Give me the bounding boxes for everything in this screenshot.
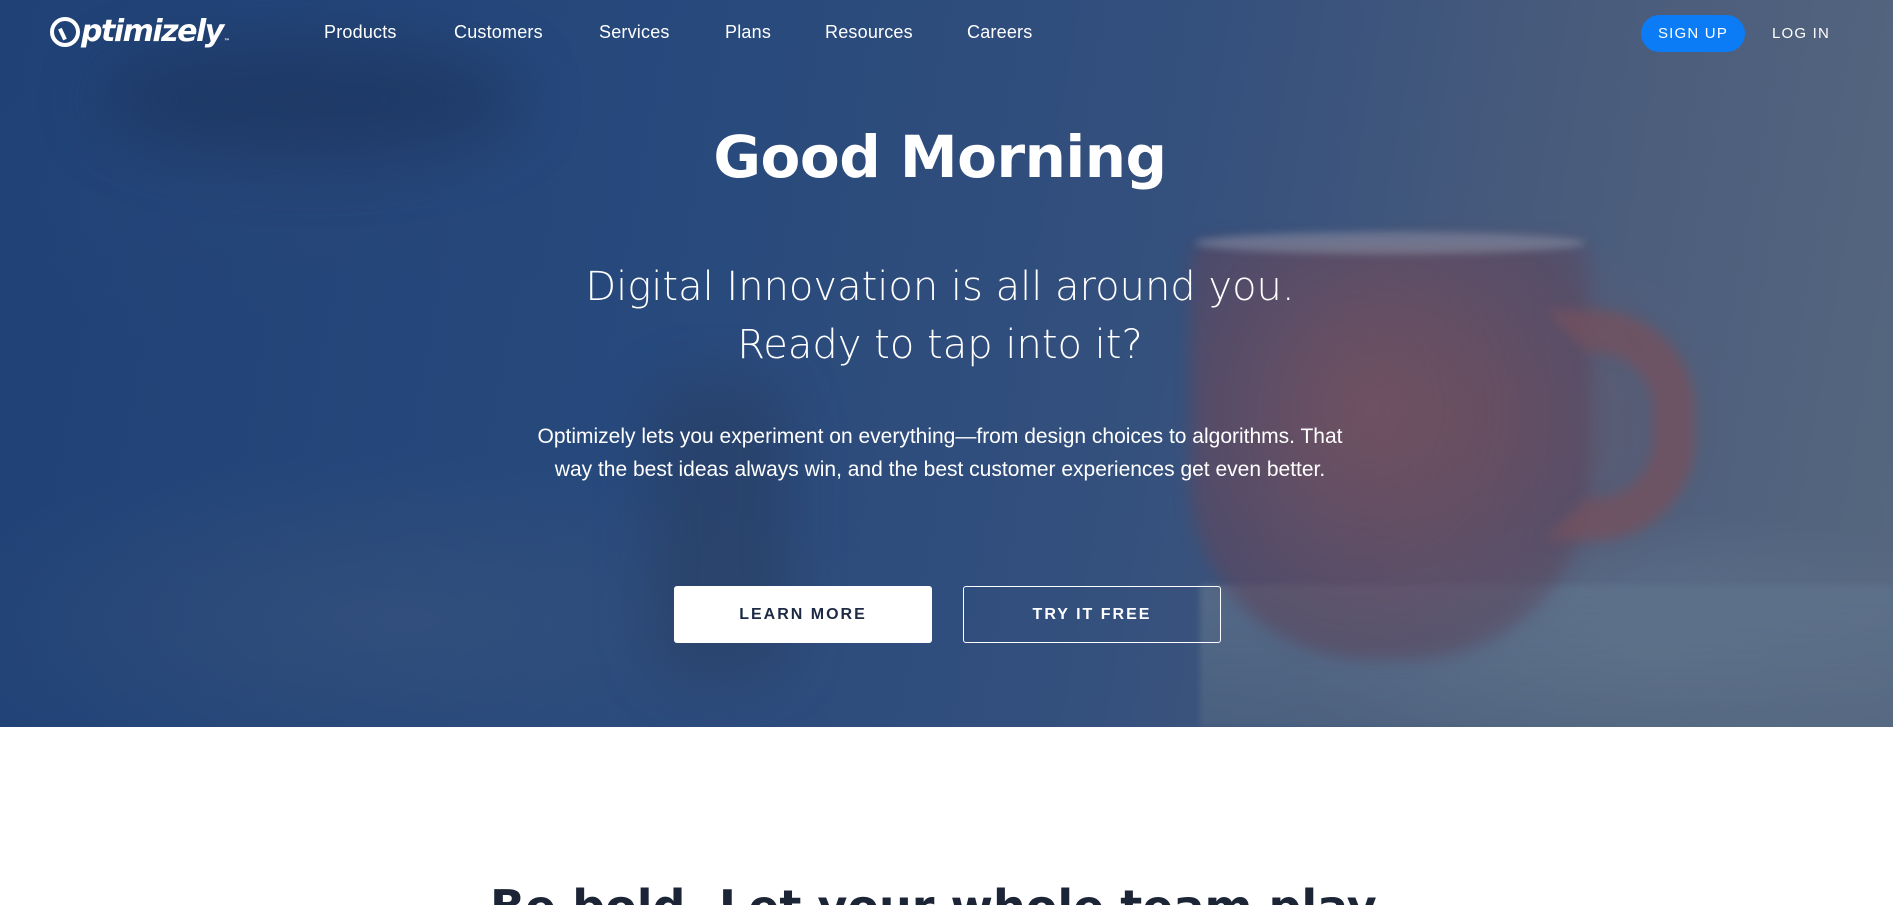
- nav-item-careers[interactable]: Careers: [967, 22, 1032, 43]
- page: ptimizely ™ Products Customers Services …: [0, 0, 1903, 905]
- learn-more-button[interactable]: LEARN MORE: [674, 586, 932, 643]
- nav-item-resources[interactable]: Resources: [825, 22, 913, 43]
- hero-subtitle-line: Ready to tap into it?: [737, 322, 1143, 368]
- nav-item-products[interactable]: Products: [324, 22, 397, 43]
- scrollbar-gutter: [1893, 0, 1903, 905]
- try-it-free-button[interactable]: TRY IT FREE: [963, 586, 1221, 643]
- hero-title: Good Morning: [713, 123, 1167, 191]
- hero-subtitle-line: Digital Innovation is all around you.: [585, 264, 1295, 310]
- section-heading: Be bold. Let your whole team play.: [0, 880, 1880, 905]
- hero-subtitle: Digital Innovation is all around you. Re…: [0, 258, 1880, 374]
- sign-up-button[interactable]: SIGN UP: [1641, 15, 1745, 52]
- logo-wordmark: ptimizely: [81, 14, 224, 49]
- log-in-button[interactable]: LOG IN: [1760, 15, 1842, 52]
- nav-item-customers[interactable]: Customers: [454, 22, 543, 43]
- nav-item-plans[interactable]: Plans: [725, 22, 771, 43]
- hero-section: ptimizely ™ Products Customers Services …: [0, 0, 1893, 727]
- nav-item-services[interactable]: Services: [599, 22, 670, 43]
- top-navigation: ptimizely ™ Products Customers Services …: [0, 0, 1893, 70]
- hero-description-line: way the best ideas always win, and the b…: [554, 458, 1326, 481]
- hero-description-line: Optimizely lets you experiment on everyt…: [537, 425, 1343, 448]
- logo-o-icon: [50, 16, 80, 47]
- logo-trademark: ™: [223, 38, 230, 45]
- hero-description: Optimizely lets you experiment on everyt…: [0, 420, 1880, 486]
- optimizely-logo[interactable]: ptimizely ™: [50, 14, 230, 49]
- hero-background-mug-rim: [1195, 232, 1585, 254]
